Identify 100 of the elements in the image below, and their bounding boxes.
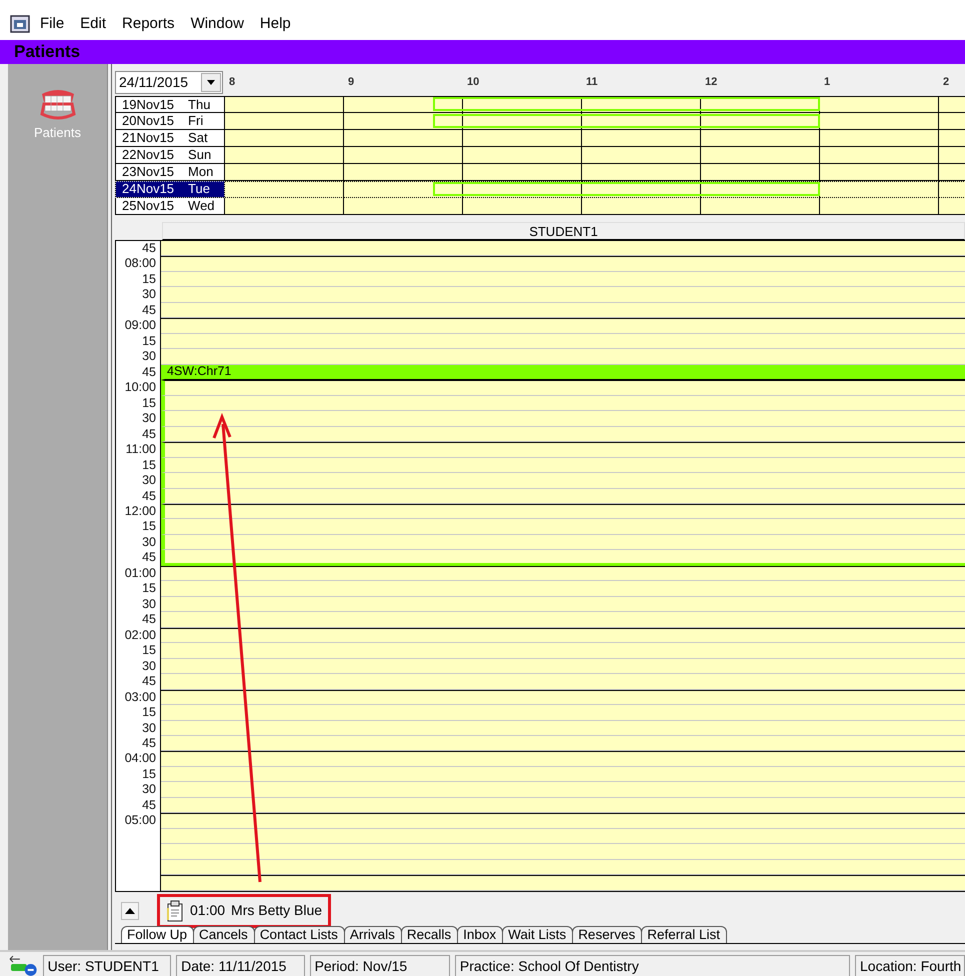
day-date: 20Nov15	[122, 113, 174, 129]
schedule-cell[interactable]	[463, 198, 582, 215]
day-row[interactable]: 19Nov15 Thu	[115, 96, 225, 113]
schedule-cell[interactable]	[820, 198, 939, 215]
schedule-cell[interactable]	[225, 96, 344, 113]
schedule-cell[interactable]	[225, 147, 344, 164]
time-label: 15	[142, 643, 156, 658]
schedule-cell[interactable]	[701, 147, 820, 164]
time-label: 02:00	[124, 628, 156, 642]
time-slot[interactable]	[161, 875, 965, 891]
day-row[interactable]: 20Nov15 Fri	[115, 113, 225, 130]
menu-item[interactable]: Edit	[74, 11, 112, 37]
schedule-cell[interactable]	[820, 130, 939, 147]
day-date: 25Nov15	[122, 198, 174, 214]
schedule-cell[interactable]	[582, 130, 701, 147]
menu-item[interactable]: Reports	[116, 11, 181, 37]
status-field: Period: Nov/15	[310, 955, 450, 976]
tab[interactable]: Follow Up	[121, 926, 194, 943]
day-row[interactable]: 25Nov15 Wed	[115, 198, 225, 215]
status-field: User: STUDENT1	[42, 955, 172, 976]
hour-label: 10	[466, 74, 480, 90]
menu-item[interactable]: Window	[184, 11, 250, 37]
hour-label: 12	[704, 74, 718, 90]
time-slot[interactable]	[161, 504, 965, 520]
schedule-cell[interactable]	[344, 147, 463, 164]
time-label: 30	[142, 473, 156, 488]
schedule-cell[interactable]	[701, 130, 820, 147]
schedule-cell[interactable]	[344, 96, 463, 113]
time-slot[interactable]	[161, 751, 965, 767]
time-label: 30	[142, 287, 156, 302]
time-label: 30	[142, 658, 156, 673]
schedule-cell[interactable]	[225, 164, 344, 181]
day-date: 23Nov15	[122, 164, 174, 180]
time-slot[interactable]	[161, 256, 965, 272]
time-label: 15	[142, 766, 156, 781]
time-label: 30	[142, 411, 156, 426]
schedule-cell[interactable]	[820, 113, 939, 130]
schedule-cell[interactable]	[582, 164, 701, 181]
appointment-header[interactable]: 4SW:Chr71	[161, 364, 965, 380]
day-row[interactable]: 23Nov15 Mon	[115, 164, 225, 181]
time-label: 04:00	[124, 751, 156, 766]
scroll-up-button[interactable]	[121, 902, 139, 920]
schedule-cell[interactable]	[344, 113, 463, 130]
time-label: 12:00	[124, 504, 156, 518]
status-field: Location: Fourth	[855, 955, 965, 976]
schedule-cell[interactable]	[344, 164, 463, 181]
schedule-cell[interactable]	[463, 164, 582, 181]
date-picker[interactable]: 24/11/2015	[115, 70, 223, 94]
menu-item[interactable]: File	[34, 11, 70, 37]
menu-item[interactable]: Help	[254, 11, 297, 37]
schedule-cell[interactable]	[463, 130, 582, 147]
time-label: 08:00	[124, 256, 156, 270]
schedule-cell[interactable]	[463, 147, 582, 164]
time-label: 45	[142, 241, 156, 255]
day-row[interactable]: 21Nov15 Sat	[115, 130, 225, 147]
time-label: 15	[142, 272, 156, 286]
hour-label: 1	[823, 74, 832, 90]
time-slot[interactable]	[161, 628, 965, 644]
schedule-cell[interactable]	[225, 198, 344, 215]
time-slot[interactable]	[161, 380, 965, 396]
time-label: 15	[142, 334, 156, 348]
schedule-cell[interactable]	[820, 147, 939, 164]
schedule-cell[interactable]	[820, 181, 939, 198]
schedule-cell[interactable]	[344, 198, 463, 215]
day-row[interactable]: 22Nov15 Sun	[115, 147, 225, 164]
schedule-cell[interactable]	[225, 181, 344, 198]
panel-title: Patients	[14, 42, 80, 61]
time-slot[interactable]	[161, 442, 965, 458]
time-slot[interactable]	[161, 690, 965, 706]
time-label: 01:00	[124, 566, 156, 580]
day-date: 24Nov15	[122, 181, 174, 197]
schedule-cell[interactable]	[344, 130, 463, 147]
time-label: 09:00	[124, 318, 156, 332]
time-label: 45	[142, 302, 156, 317]
time-slot[interactable]	[161, 566, 965, 582]
day-weekday: Thu	[188, 97, 210, 112]
schedule-cell[interactable]	[344, 181, 463, 198]
schedule-cell[interactable]	[582, 147, 701, 164]
day-weekday: Wed	[188, 198, 215, 214]
schedule-cell[interactable]	[820, 164, 939, 181]
schedule-cell[interactable]	[820, 96, 939, 113]
schedule-cell[interactable]	[225, 113, 344, 130]
tab[interactable]: Referral List	[641, 926, 727, 943]
time-label: 30	[142, 782, 156, 796]
schedule-cell[interactable]	[701, 164, 820, 181]
time-label: 45	[142, 612, 156, 626]
day-weekday: Sat	[188, 130, 208, 146]
time-label: 45	[142, 674, 156, 688]
schedule-cell[interactable]	[582, 198, 701, 215]
time-slot[interactable]	[161, 318, 965, 334]
clipboard-icon	[166, 900, 184, 922]
schedule-cell[interactable]	[225, 130, 344, 147]
day-weekday: Sun	[188, 147, 212, 163]
day-date: 19Nov15	[122, 97, 174, 112]
time-label: 15	[142, 519, 156, 534]
time-slot[interactable]	[161, 813, 965, 829]
hour-label: 2	[942, 74, 950, 90]
up-arrow-icon	[124, 906, 136, 914]
day-row[interactable]: 24Nov15 Tue	[115, 181, 225, 198]
schedule-cell[interactable]	[701, 198, 820, 215]
